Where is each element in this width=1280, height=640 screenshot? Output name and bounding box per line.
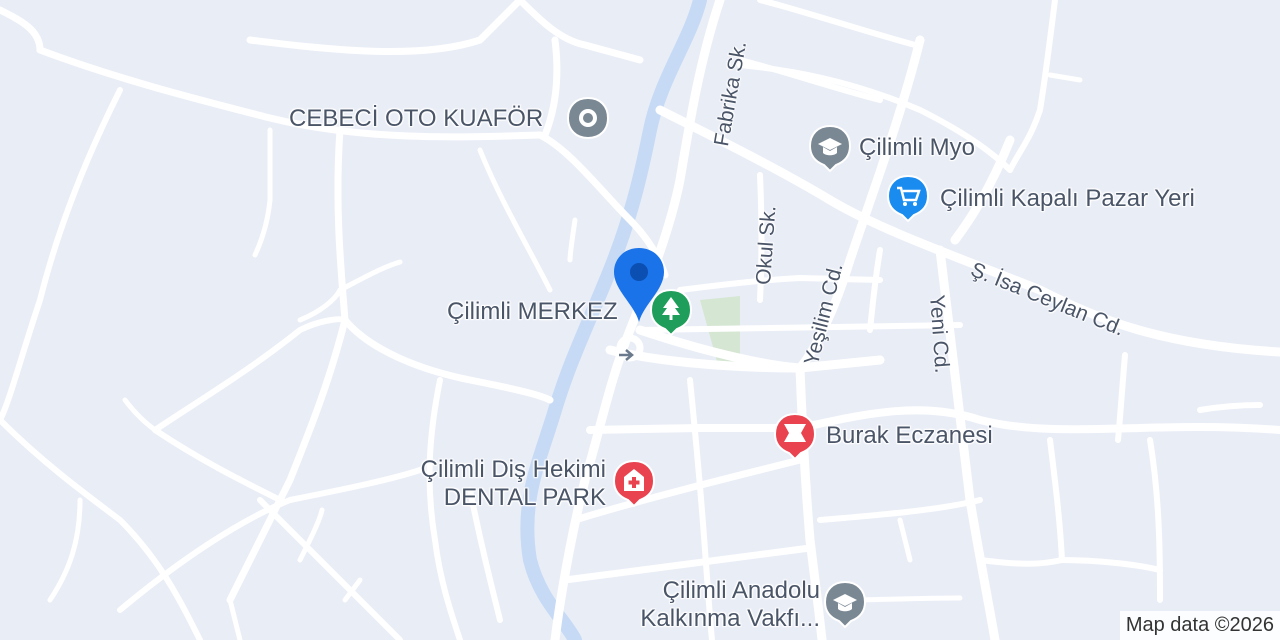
place-label-anadolu-line2: Kalkınma Vakfı... xyxy=(640,605,820,632)
place-label-anadolu-line1: Çilimli Anadolu xyxy=(662,577,820,604)
place-label-myo[interactable]: Çilimli Myo xyxy=(859,134,975,162)
school-icon[interactable] xyxy=(808,124,852,172)
school-icon[interactable] xyxy=(823,580,867,628)
place-label-pazar[interactable]: Çilimli Kapalı Pazar Yeri xyxy=(940,185,1195,213)
place-label-dis-hekimi[interactable]: Çilimli Diş Hekimi DENTAL PARK xyxy=(384,456,606,512)
place-label-cebeci[interactable]: CEBECİ OTO KUAFÖR xyxy=(289,105,543,133)
direction-arrow-icon xyxy=(618,348,636,362)
place-label-eczane[interactable]: Burak Eczanesi xyxy=(826,422,993,450)
place-label-anadolu[interactable]: Çilimli Anadolu Kalkınma Vakfı... xyxy=(612,577,820,633)
hospital-icon[interactable] xyxy=(612,459,656,507)
shopping-cart-icon[interactable] xyxy=(886,174,930,222)
pharmacy-icon[interactable] xyxy=(773,412,817,460)
location-pin-icon[interactable] xyxy=(612,246,666,324)
place-label-dis-line1: Çilimli Diş Hekimi xyxy=(420,456,606,483)
place-label-merkez[interactable]: Çilimli MERKEZ xyxy=(447,298,618,326)
map-canvas[interactable]: CEBECİ OTO KUAFÖR Çilimli Myo Çilimli Ka… xyxy=(0,0,1280,640)
map-attribution: Map data ©2026 xyxy=(1119,611,1280,640)
place-label-dis-line2: DENTAL PARK xyxy=(443,484,606,511)
place-icon[interactable] xyxy=(566,96,610,140)
